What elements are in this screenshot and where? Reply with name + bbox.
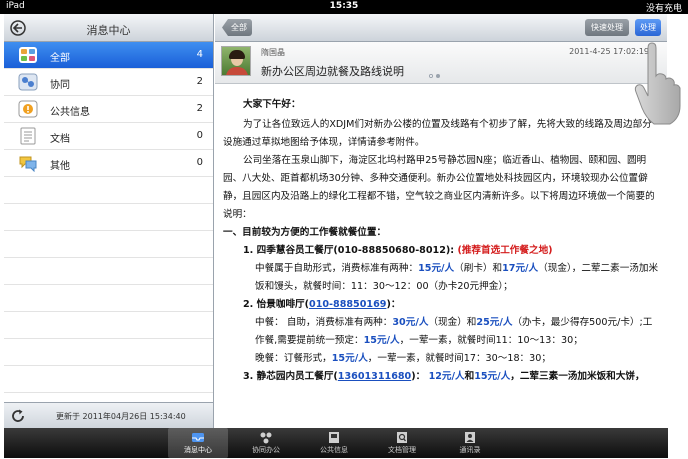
list-item: 2. 怡景咖啡厅(010-88850169)： bbox=[243, 299, 401, 310]
empty-row bbox=[4, 339, 213, 366]
category-item-collaboration[interactable]: 协同 2 bbox=[4, 69, 213, 96]
message-header: 隋国晶 2011-4-25 17:02:19 新办公区周边就餐及路线说明 bbox=[215, 42, 667, 84]
category-item-public-info[interactable]: 公共信息 2 bbox=[4, 96, 213, 123]
process-button[interactable]: 处理 bbox=[635, 19, 661, 36]
tab-label: 文档管理 bbox=[388, 446, 416, 454]
price: 15元/人 bbox=[331, 353, 368, 364]
chat-icon bbox=[19, 156, 37, 172]
tab-label: 通讯录 bbox=[459, 446, 481, 454]
price: 12元/人 bbox=[428, 371, 465, 382]
left-header: 消息中心 bbox=[4, 14, 213, 42]
contacts-icon bbox=[465, 432, 475, 443]
empty-list-area bbox=[4, 177, 213, 393]
price: 17元/人 bbox=[502, 263, 539, 274]
page-indicator bbox=[429, 70, 443, 81]
collaboration-icon bbox=[18, 73, 38, 91]
bottom-tab-bar: 消息中心 协同办公 公共信息 文档管理 通讯录 bbox=[4, 428, 668, 458]
recommend-note: (推荐首选工作餐之地) bbox=[457, 245, 553, 256]
grid-icon bbox=[19, 47, 37, 63]
tab-public-info[interactable]: 公共信息 bbox=[304, 428, 364, 458]
phone-link[interactable]: 13601311680 bbox=[338, 371, 411, 382]
tab-message-center[interactable]: 消息中心 bbox=[168, 428, 228, 458]
empty-row bbox=[4, 177, 213, 204]
tab-label: 公共信息 bbox=[320, 446, 348, 454]
category-count: 2 bbox=[196, 76, 203, 87]
detail-toolbar: 全部 快速处理 处理 bbox=[215, 14, 667, 42]
category-count: 0 bbox=[196, 130, 203, 141]
tab-contacts[interactable]: 通讯录 bbox=[440, 428, 500, 458]
hand-pointer-icon bbox=[634, 42, 681, 125]
message-body[interactable]: 大家下午好： 为了让各位致远人的XDJM们对新办公楼的位置及线路有个初步了解，先… bbox=[215, 84, 667, 428]
paragraph: 公司坐落在玉泉山脚下，海淀区北坞村路甲25号静芯园N座；临近香山、植物园、颐和园… bbox=[223, 155, 655, 220]
empty-row bbox=[4, 366, 213, 393]
category-item-documents[interactable]: 文档 0 bbox=[4, 123, 213, 150]
tab-label: 协同办公 bbox=[252, 446, 280, 454]
left-panel: 消息中心 全部 4 协同 2 公共信息 2 文档 0 其他 0 更新于 2011… bbox=[4, 14, 214, 428]
sender-name: 隋国晶 bbox=[261, 48, 285, 57]
item-detail: 中餐： 自助，消费标准有两种：30元/人（现金）和25元/人（办卡，最少得存50… bbox=[255, 317, 653, 346]
left-footer: 更新于 2011年04月26日 15:34:40 bbox=[4, 402, 213, 428]
item-detail: 晚餐：订餐形式，15元/人，一荤一素，就餐时间17：30～18：30； bbox=[255, 353, 551, 364]
tab-label: 消息中心 bbox=[184, 446, 212, 454]
price: 15元/人 bbox=[418, 263, 455, 274]
list-item: 3. 静芯园内员工餐厅(13601311680)： 12元/人和15元/人，二荤… bbox=[243, 371, 645, 382]
battery-status: 没有充电 bbox=[645, 4, 682, 14]
avatar bbox=[221, 46, 251, 76]
phone-link[interactable]: 010-88850169 bbox=[309, 299, 386, 310]
price: 15元/人 bbox=[474, 371, 511, 382]
paragraph: 为了让各位致远人的XDJM们对新办公楼的位置及线路有个初步了解，先将大致的线路及… bbox=[223, 119, 652, 148]
back-button[interactable]: 全部 bbox=[222, 19, 252, 36]
empty-row bbox=[4, 231, 213, 258]
category-item-all[interactable]: 全部 4 bbox=[4, 42, 213, 69]
category-label: 公共信息 bbox=[50, 107, 90, 118]
category-count: 0 bbox=[196, 157, 203, 168]
empty-row bbox=[4, 285, 213, 312]
document-icon bbox=[20, 127, 36, 145]
category-label: 全部 bbox=[50, 53, 70, 64]
tab-collaboration[interactable]: 协同办公 bbox=[236, 428, 296, 458]
message-title: 新办公区周边就餐及路线说明 bbox=[261, 65, 404, 78]
info-icon bbox=[18, 100, 38, 118]
category-list: 全部 4 协同 2 公共信息 2 文档 0 其他 0 bbox=[4, 42, 213, 177]
refresh-icon[interactable] bbox=[10, 408, 26, 424]
last-updated-text: 更新于 2011年04月26日 15:34:40 bbox=[56, 412, 186, 421]
category-count: 4 bbox=[196, 49, 203, 60]
newspaper-icon bbox=[329, 432, 339, 443]
empty-row bbox=[4, 312, 213, 339]
category-label: 协同 bbox=[50, 80, 70, 91]
document-search-icon bbox=[397, 432, 407, 443]
greeting: 大家下午好： bbox=[243, 99, 301, 110]
price: 30元/人 bbox=[392, 317, 429, 328]
clock: 15:35 bbox=[329, 1, 359, 11]
category-item-other[interactable]: 其他 0 bbox=[4, 150, 213, 177]
detail-panel: 全部 快速处理 处理 隋国晶 2011-4-25 17:02:19 新办公区周边… bbox=[215, 14, 667, 428]
left-panel-title: 消息中心 bbox=[86, 24, 131, 37]
inbox-icon bbox=[192, 433, 204, 442]
collaboration-icon bbox=[260, 432, 272, 444]
item-title: 1. 四季慧谷员工餐厅(010-88850680-8012): bbox=[243, 245, 455, 256]
tab-documents[interactable]: 文档管理 bbox=[372, 428, 432, 458]
price: 15元/人 bbox=[363, 335, 400, 346]
category-label: 其他 bbox=[50, 161, 70, 172]
empty-row bbox=[4, 258, 213, 285]
item-detail: 中餐属于自助形式，消费标准有两种：15元/人（刷卡）和17元/人（现金），二荤二… bbox=[255, 263, 659, 292]
status-bar: iPad 15:35 没有充电 bbox=[0, 0, 688, 14]
list-item: 1. 四季慧谷员工餐厅(010-88850680-8012): (推荐首选工作餐… bbox=[243, 242, 659, 260]
category-label: 文档 bbox=[50, 134, 70, 145]
category-count: 2 bbox=[196, 103, 203, 114]
section-heading: 一、目前较为方便的工作餐就餐位置： bbox=[223, 227, 387, 238]
price: 25元/人 bbox=[476, 317, 513, 328]
empty-row bbox=[4, 204, 213, 231]
quick-process-button[interactable]: 快速处理 bbox=[585, 19, 629, 36]
